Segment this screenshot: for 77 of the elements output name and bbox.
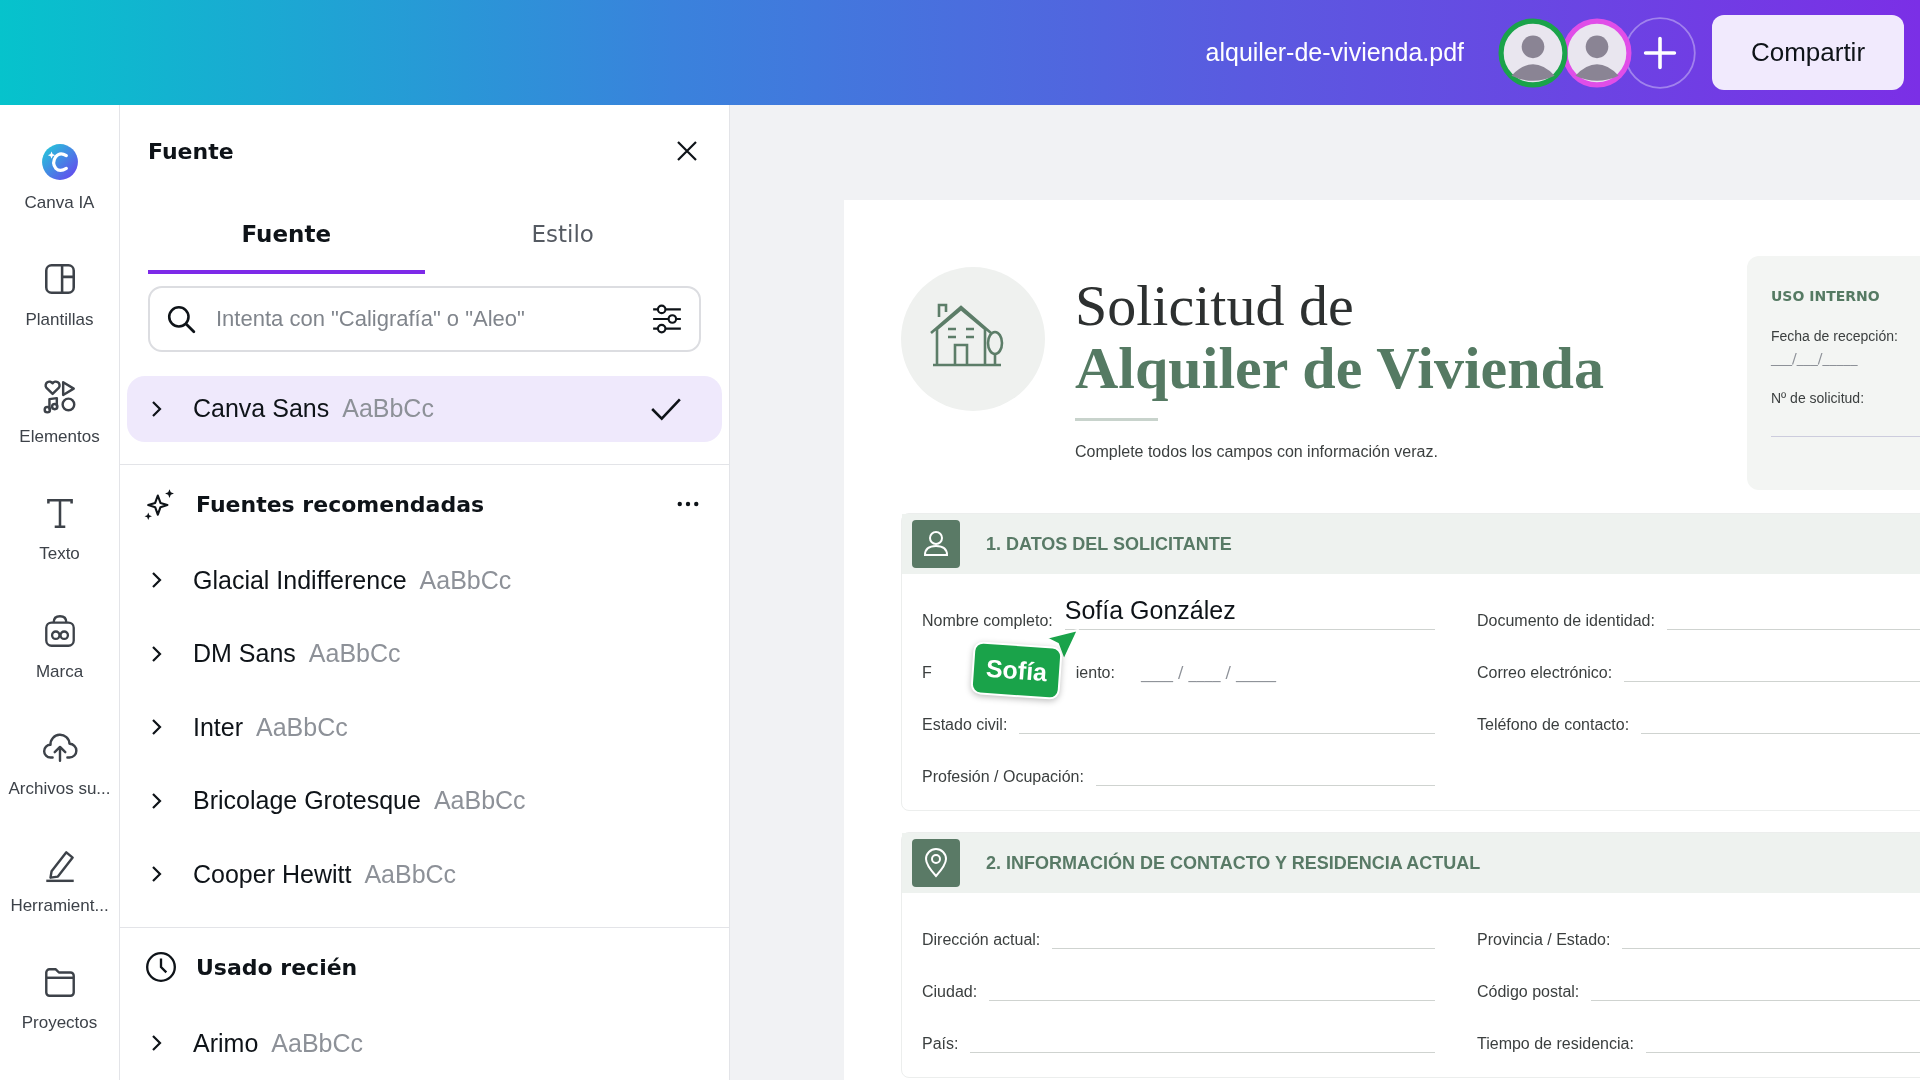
font-option[interactable]: Bricolage Grotesque AaBbCc	[127, 763, 722, 838]
field-label: Documento de identidad:	[1477, 612, 1655, 630]
sidebar-label[interactable]: Canva IA	[24, 193, 95, 213]
font-option[interactable]: Inter AaBbCc	[127, 690, 722, 764]
date-blank: ___/___/_____	[1771, 350, 1859, 366]
collaborator-tag: Sofía	[970, 640, 1063, 701]
house-icon	[901, 267, 1045, 411]
box-title: USO INTERNO	[1771, 288, 1881, 304]
font-sample: AaBbCc	[308, 639, 401, 669]
search-field[interactable]: Intenta con "Caligrafía" o "Aleo"	[148, 285, 701, 352]
font-option[interactable]: DM Sans AaBbCc	[127, 617, 722, 691]
tab[interactable]: Estilo	[424, 197, 701, 274]
avatar[interactable]	[1562, 17, 1632, 88]
filter-icon[interactable]	[651, 303, 683, 334]
field-label: Provincia / Estado:	[1477, 931, 1611, 949]
field-value: Sofía González	[1064, 596, 1236, 625]
field-label: Tiempo de residencia:	[1477, 1035, 1634, 1053]
font-option[interactable]: Arimo AaBbCc	[127, 1006, 722, 1080]
more-options-icon[interactable]	[677, 501, 699, 508]
panel-title: Fuente	[148, 138, 234, 164]
sidebar-label[interactable]: Texto	[39, 544, 80, 565]
font-name: Canva Sans	[193, 394, 330, 424]
font-sample: AaBbCc	[271, 1028, 363, 1058]
document-title: Solicitud de	[1075, 276, 1355, 336]
field-label: Ciudad:	[922, 983, 978, 1001]
font-name: Cooper Hewitt	[193, 859, 352, 889]
font-sample: AaBbCc	[364, 859, 457, 889]
field-label: Nombre completo:	[922, 612, 1053, 630]
font-name: Glacial Indifference	[193, 565, 407, 595]
field-label: Estado civil:	[922, 716, 1008, 734]
field-label: Fecha de recepción:	[1771, 328, 1899, 344]
sidebar-label[interactable]: Proyectos	[21, 1012, 98, 1033]
font-name: Arimo	[193, 1028, 259, 1058]
share-button[interactable]: Compartir	[1712, 15, 1904, 90]
font-name: Inter	[193, 712, 244, 742]
clock-icon	[144, 950, 178, 985]
font-sample: AaBbCc	[433, 786, 526, 816]
tab[interactable]: Fuente	[148, 197, 425, 274]
chevron-right-icon[interactable]	[150, 864, 162, 884]
avatar[interactable]	[1498, 17, 1568, 88]
instructions-text: Complete todos los campos con información veraz.	[1075, 443, 1439, 461]
field-label: Profesión / Ocupación:	[922, 768, 1084, 786]
person-icon	[912, 520, 960, 568]
font-option[interactable]: Cooper Hewitt AaBbCc	[127, 837, 722, 911]
field-label: Teléfono de contacto:	[1477, 716, 1630, 734]
sidebar-label[interactable]: Archivos su...	[8, 778, 111, 799]
sidebar-label[interactable]: Herramient...	[10, 895, 109, 916]
font-sample: AaBbCc	[419, 565, 512, 595]
chevron-right-icon[interactable]	[150, 790, 162, 811]
section-heading: 1. DATOS DEL SOLICITANTE	[986, 533, 1232, 555]
field-label: País:	[922, 1035, 959, 1053]
font-name: Bricolage Grotesque	[193, 786, 421, 816]
field-label: Correo electrónico:	[1477, 664, 1613, 682]
section-title: Usado recién	[196, 954, 358, 980]
font-sample: AaBbCc	[256, 712, 348, 742]
sidebar-label[interactable]: Elementos	[19, 427, 100, 448]
sidebar-label[interactable]: Plantillas	[25, 310, 94, 331]
font-option[interactable]: Canva Sans AaBbCc	[127, 375, 722, 442]
field-label: Código postal:	[1477, 983, 1580, 1001]
field-label: iento:	[1075, 664, 1115, 682]
font-option[interactable]: Glacial Indifference AaBbCc	[127, 543, 722, 617]
date-blank: ____ / ____ / _____	[1140, 663, 1277, 682]
chevron-right-icon[interactable]	[150, 398, 162, 419]
sidebar-label[interactable]: Marca	[35, 661, 84, 682]
field-label: Dirección actual:	[922, 931, 1041, 949]
field-label: Nº de solicitud:	[1771, 390, 1866, 406]
location-pin-icon	[912, 839, 960, 887]
section-title: Fuentes recomendadas	[196, 491, 485, 517]
font-sample: AaBbCc	[342, 394, 434, 424]
section-heading: 2. INFORMACIÓN DE CONTACTO Y RESIDENCIA ACTUAL	[986, 852, 1481, 874]
file-name: alquiler-de-vivienda.pdf	[1205, 38, 1464, 67]
sparkle-logo-icon[interactable]	[40, 143, 79, 181]
field-label: F	[922, 664, 932, 682]
document-title: Alquiler de Vivienda	[1075, 336, 1605, 400]
font-name: DM Sans	[193, 639, 296, 669]
chevron-right-icon[interactable]	[150, 643, 162, 664]
fill-in-line[interactable]: Sofía González	[1064, 593, 1435, 630]
